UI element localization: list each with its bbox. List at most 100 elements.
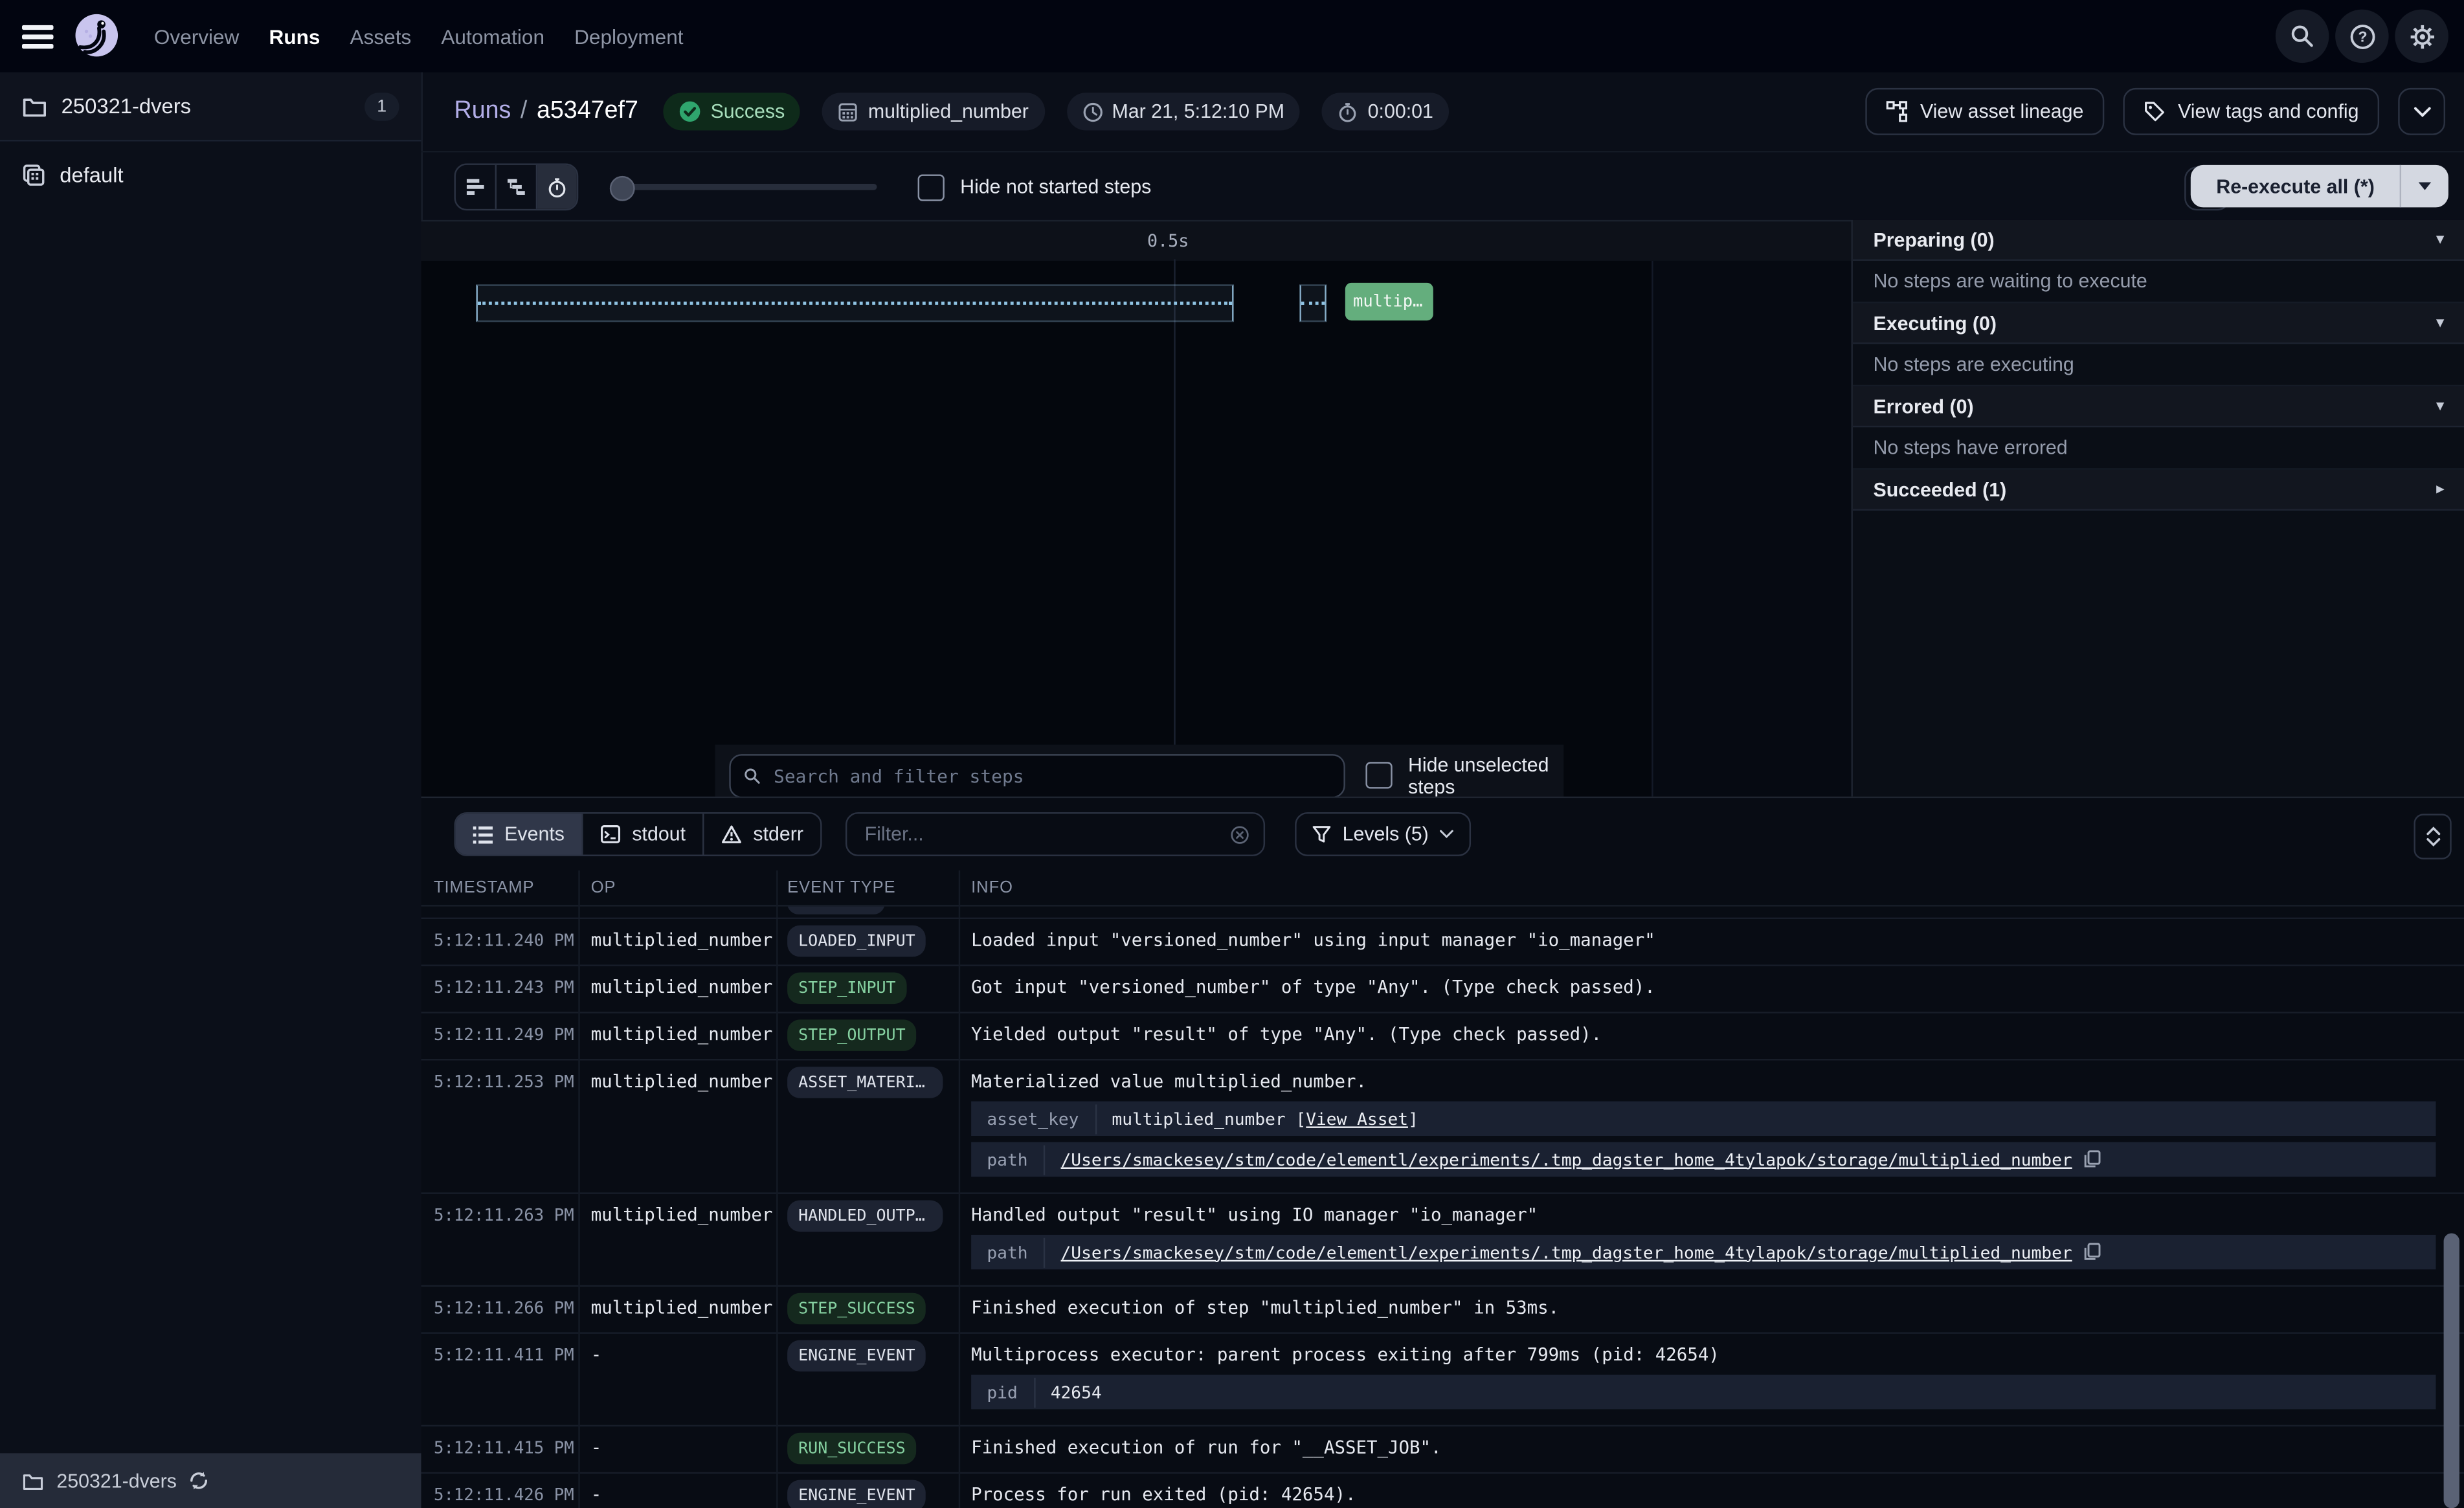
hamburger-menu-icon[interactable] bbox=[22, 21, 54, 52]
event-info-text: Finished execution of step "multiplied_n… bbox=[971, 1298, 2436, 1318]
event-row[interactable]: 5:12:11.411 PM-ENGINE_EVENTMultiprocess … bbox=[421, 1334, 2464, 1426]
event-type-badge: HANDLED_OUTPUT bbox=[787, 1201, 943, 1232]
sidebar: 250321-dvers 1 default 250321-dvers bbox=[0, 72, 423, 1508]
gantt-waiting-bar[interactable] bbox=[476, 284, 1234, 322]
refresh-icon[interactable] bbox=[189, 1470, 210, 1491]
warning-icon bbox=[722, 825, 743, 843]
dagster-logo[interactable] bbox=[71, 10, 122, 62]
metadata-key: path bbox=[971, 1237, 1045, 1267]
flat-view-button[interactable] bbox=[456, 165, 497, 209]
chevron-down-icon bbox=[2426, 837, 2440, 847]
col-timestamp: TIMESTAMP bbox=[421, 878, 579, 897]
zoom-slider[interactable] bbox=[610, 176, 877, 198]
re-execute-dropdown[interactable] bbox=[2400, 165, 2448, 208]
event-type-badge: STEP_INPUT bbox=[787, 973, 906, 1004]
step-search-field[interactable] bbox=[729, 753, 1345, 797]
clear-filter-icon[interactable] bbox=[1231, 824, 1250, 845]
path-link[interactable]: /Users/smackesey/stm/code/elementl/exper… bbox=[1061, 1149, 2072, 1170]
timeline-tick: 0.5s bbox=[1147, 231, 1189, 252]
event-row[interactable]: 5:12:11.243 PMmultiplied_number STEP_INPU… bbox=[421, 966, 2464, 1014]
event-row[interactable]: 5:12:11.249 PMmultiplied_numberSTEP_OUTP… bbox=[421, 1014, 2464, 1061]
events-scrollbar[interactable] bbox=[2444, 1234, 2459, 1508]
tab-stderr[interactable]: stderr bbox=[704, 814, 821, 854]
nav-item-automation[interactable]: Automation bbox=[441, 25, 544, 48]
expand-log-panel-button[interactable] bbox=[2414, 814, 2451, 859]
event-info-text: Loaded input "versioned_number" using in… bbox=[971, 930, 2436, 951]
nav-item-runs[interactable]: Runs bbox=[269, 25, 320, 48]
event-type-badge: ASSET_MATERIALIZATION bbox=[787, 1067, 943, 1098]
asset-tag-label: multiplied_number bbox=[868, 100, 1029, 122]
tab-label: stderr bbox=[753, 823, 803, 845]
hide-not-started-checkbox[interactable] bbox=[918, 173, 945, 200]
gantt-canvas: multiplied_number Hide unselected steps bbox=[421, 261, 1852, 797]
tab-label: Events bbox=[504, 823, 565, 845]
log-filter-field[interactable] bbox=[846, 812, 1266, 856]
view-asset-link[interactable]: View Asset bbox=[1306, 1109, 1408, 1129]
search-button[interactable] bbox=[2276, 10, 2329, 63]
asset-tag[interactable]: multiplied_number bbox=[823, 93, 1045, 130]
copy-icon[interactable] bbox=[2083, 1150, 2101, 1169]
hide-unselected-checkbox[interactable] bbox=[1365, 762, 1392, 788]
copy-icon[interactable] bbox=[2083, 1243, 2101, 1261]
event-row[interactable]: 5:12:11.415 PM-RUN_SUCCESSFinished execu… bbox=[421, 1426, 2464, 1474]
sidebar-item-code-location[interactable]: 250321-dvers 1 bbox=[0, 72, 421, 142]
zoom-slider-track[interactable] bbox=[610, 184, 877, 190]
event-timestamp: 5:12:11.243 PM bbox=[421, 966, 579, 998]
nav-item-deployment[interactable]: Deployment bbox=[574, 25, 683, 48]
event-op: multiplied_number bbox=[578, 966, 776, 998]
event-row[interactable]: 5:12:11.426 PM-ENGINE_EVENTProcess for r… bbox=[421, 1474, 2464, 1508]
event-row[interactable]: 5:12:11.266 PMmultiplied_numberSTEP_SUCC… bbox=[421, 1287, 2464, 1334]
tab-events[interactable]: Events bbox=[456, 814, 583, 854]
breadcrumb-runs-link[interactable]: Runs bbox=[454, 97, 511, 126]
column-divider bbox=[776, 870, 778, 1508]
path-link[interactable]: /Users/smackesey/stm/code/elementl/exper… bbox=[1061, 1242, 2072, 1263]
tab-stdout[interactable]: stdout bbox=[583, 814, 704, 854]
event-row[interactable]: 5:12:11.263 PMmultiplied_numberHANDLED_O… bbox=[421, 1194, 2464, 1287]
gear-icon bbox=[2408, 23, 2435, 49]
waterfall-view-button[interactable] bbox=[497, 165, 537, 209]
zoom-slider-knob[interactable] bbox=[610, 176, 635, 201]
event-type-cell: LOADED_INPUT bbox=[776, 919, 959, 964]
step-search-input[interactable] bbox=[770, 763, 1331, 788]
event-op: multiplied_number bbox=[578, 1060, 776, 1092]
help-icon: ? bbox=[2349, 23, 2375, 49]
timed-view-button[interactable] bbox=[537, 165, 577, 209]
re-execute-button[interactable]: Re-execute all (*) bbox=[2191, 165, 2448, 208]
event-row[interactable]: 5:12:11.253 PMmultiplied_numberASSET_MAT… bbox=[421, 1060, 2464, 1193]
event-metadata: asset_keymultiplied_number [View Asset]p… bbox=[971, 1102, 2436, 1177]
view-tags-config-label: View tags and config bbox=[2178, 100, 2358, 122]
event-row[interactable]: 5:12:11.240 PMmultiplied_numberLOADED_IN… bbox=[421, 919, 2464, 966]
section-header-succeeded[interactable]: Succeeded (1)▸ bbox=[1853, 470, 2464, 511]
nav-item-overview[interactable]: Overview bbox=[154, 25, 240, 48]
start-time-label: Mar 21, 5:12:10 PM bbox=[1112, 100, 1284, 122]
section-header-executing[interactable]: Executing (0)▾ bbox=[1853, 303, 2464, 344]
sidebar-item-default-group[interactable]: default bbox=[0, 141, 421, 208]
clock-icon bbox=[1082, 102, 1103, 122]
section-header-preparing[interactable]: Preparing (0)▾ bbox=[1853, 220, 2464, 261]
gantt-step-bar[interactable]: multiplied_number bbox=[1345, 283, 1433, 320]
asset-icon bbox=[838, 102, 859, 122]
events-toolbar: Events stdout stderr Levels (5) bbox=[421, 798, 2464, 870]
levels-dropdown[interactable]: Levels (5) bbox=[1295, 812, 1472, 856]
gantt-waiting-bar-short[interactable] bbox=[1299, 284, 1326, 322]
log-filter-input[interactable] bbox=[862, 822, 1222, 847]
list-icon bbox=[473, 826, 494, 843]
main-content: Runs / a5347ef7 Success multiplied_numbe… bbox=[421, 72, 2464, 1508]
sidebar-footer[interactable]: 250321-dvers bbox=[0, 1453, 421, 1508]
view-tags-config-button[interactable]: View tags and config bbox=[2123, 88, 2379, 135]
metadata-key: asset_key bbox=[971, 1103, 1096, 1133]
view-asset-lineage-button[interactable]: View asset lineage bbox=[1865, 88, 2104, 135]
check-circle-icon bbox=[679, 100, 701, 122]
settings-button[interactable] bbox=[2395, 10, 2448, 63]
nav-item-assets[interactable]: Assets bbox=[350, 25, 412, 48]
section-title: Succeeded (1) bbox=[1873, 478, 2006, 500]
search-icon bbox=[743, 766, 761, 784]
more-actions-button[interactable] bbox=[2398, 88, 2445, 135]
section-header-errored[interactable]: Errored (0)▾ bbox=[1853, 386, 2464, 427]
top-nav: Overview Runs Assets Automation Deployment ? bbox=[0, 0, 2464, 72]
event-op: - bbox=[578, 1474, 776, 1505]
event-timestamp: 5:12:11.266 PM bbox=[421, 1287, 579, 1318]
event-op: multiplied_number bbox=[578, 1014, 776, 1045]
event-type-cell: ENGINE_EVENT bbox=[776, 1474, 959, 1508]
help-button[interactable]: ? bbox=[2335, 10, 2389, 63]
